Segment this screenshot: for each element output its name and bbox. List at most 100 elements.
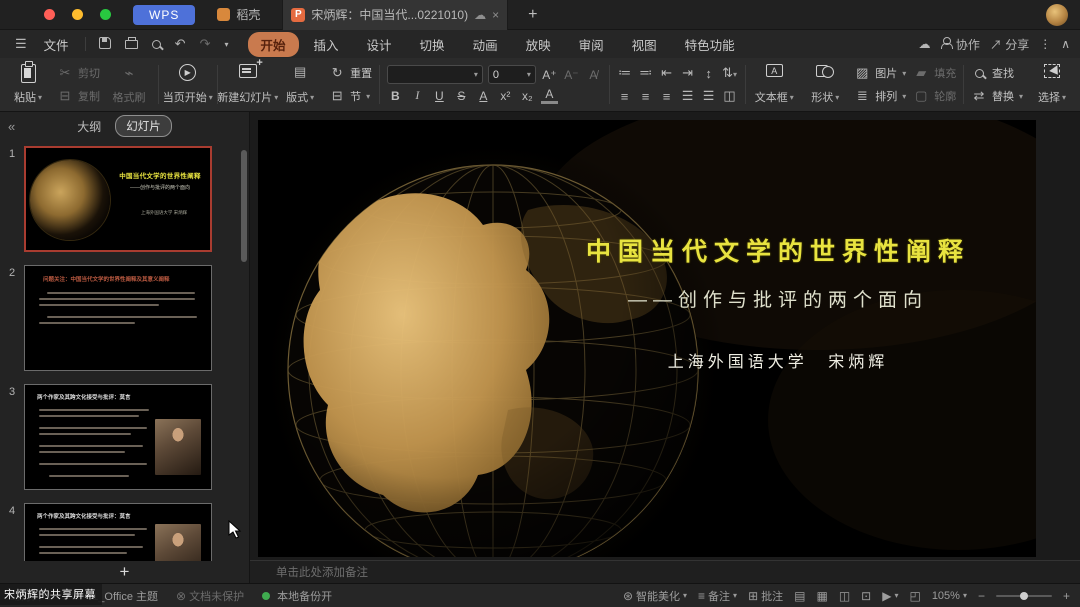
zoom-window-button[interactable] [100,9,111,20]
superscript-icon[interactable]: x² [497,89,514,103]
undo-icon[interactable]: ↶ [170,36,191,52]
collaborate-button[interactable]: 协作 [940,36,979,53]
comments-button[interactable]: ⊞批注 [748,588,783,604]
tab-special-features[interactable]: 特色功能 [672,32,748,57]
slide-sorter-icon[interactable]: ▦ [816,589,827,603]
decrease-indent-icon[interactable]: ⇤ [659,65,675,81]
slide-thumbnail-2[interactable]: 问题关注：中国当代文学的世界性阐释及其意义阐释 [24,265,212,371]
zoom-slider[interactable] [996,595,1052,597]
distribute-icon[interactable]: ☰ [701,88,717,104]
document-tab[interactable]: P 宋炳辉：中国当代...0221010) ☁ × [282,0,508,30]
save-icon[interactable] [94,37,116,52]
wps-home-button[interactable]: WPS [133,5,195,25]
document-protection[interactable]: ⊗文档未保护 [176,588,244,604]
cloud-sync-icon[interactable]: ☁ [474,8,486,22]
print-preview-icon[interactable] [147,37,166,52]
add-slide-button[interactable]: + [0,561,249,583]
tab-design[interactable]: 设计 [354,32,405,57]
layout-button[interactable]: ▤ 版式▾ [278,61,322,108]
slide-thumbnail-4[interactable]: 两个作家及其跨文化接受与批评：莫言 [24,503,212,561]
tab-transition[interactable]: 切换 [407,32,458,57]
close-tab-icon[interactable]: × [492,8,499,22]
share-button[interactable]: ↗ 分享 [990,36,1029,53]
line-spacing-icon[interactable]: ↕ [701,66,717,81]
subscript-icon[interactable]: x₂ [519,89,536,103]
text-direction-icon[interactable]: ⇅▾ [722,65,738,81]
shapes-button[interactable]: 形状▾ [803,61,847,108]
cut-button[interactable]: ✂剪切 [57,65,100,81]
reset-button[interactable]: ↻重置 [329,65,372,81]
tab-animation[interactable]: 动画 [460,32,511,57]
justify-icon[interactable]: ☰ [680,88,696,104]
cloud-upload-icon[interactable]: ☁ [918,37,930,51]
slide-author[interactable]: 上海外国语大学 宋炳辉 [588,348,968,372]
new-tab-button[interactable]: + [522,6,543,24]
notes-placeholder[interactable]: 单击此处添加备注 [250,560,1080,583]
italic-icon[interactable]: I [409,88,426,103]
reading-view-icon[interactable]: ◫ [839,589,850,603]
more-options-icon[interactable]: ⋮ [1039,37,1051,51]
current-slide[interactable]: 中国当代文学的世界性阐释 ——创作与批评的两个面向 上海外国语大学 宋炳辉 [258,120,1036,557]
sidebar-scrollbar-thumb[interactable] [241,150,247,262]
tab-slides[interactable]: 幻灯片 [115,115,172,137]
local-backup-status[interactable]: 本地备份开 [262,588,332,604]
main-menu-icon[interactable]: ☰ [10,36,32,52]
tab-outline[interactable]: 大纲 [77,118,101,135]
clear-format-icon[interactable]: A̸ [585,68,602,82]
close-window-button[interactable] [44,9,55,20]
decrease-font-icon[interactable]: A⁻ [563,68,580,82]
textbox-button[interactable]: A 文本框▾ [752,61,796,108]
theme-name[interactable]: 1_Office 主题 [92,588,158,604]
outline-button[interactable]: ▢轮廓 [913,88,956,104]
docer-tab[interactable]: 稻壳 [209,0,268,30]
columns-icon[interactable]: ◫ [722,88,738,104]
find-button[interactable]: 查找 [971,65,1023,81]
play-slideshow-button[interactable]: ▶▾ [882,589,898,603]
format-painter-button[interactable]: ⌁ 格式刷 [107,61,151,108]
slide-thumbnail-list[interactable]: 1 中国当代文学的世界性阐释 ——创作与批评的两个面向 上海外国语大学 宋炳辉 … [0,140,249,561]
tab-slideshow[interactable]: 放映 [513,32,564,57]
play-from-current-button[interactable]: ▶ 当页开始▾ [166,61,210,108]
font-size-combobox[interactable]: 0▾ [488,65,536,84]
slideshow-view-icon[interactable]: ⊡ [861,589,871,603]
replace-button[interactable]: ⇄替换▾ [971,88,1023,104]
slide-title[interactable]: 中国当代文学的世界性阐释 [558,232,998,268]
align-left-icon[interactable]: ≡ [617,89,633,104]
print-icon[interactable] [120,37,143,52]
bullet-list-icon[interactable]: ≔ [617,65,633,81]
fit-slide-icon[interactable]: ◰ [909,589,920,603]
zoom-out-icon[interactable]: − [978,589,985,603]
redo-icon[interactable]: ↷ [195,36,216,52]
font-color-icon[interactable]: A [541,87,558,104]
tab-view[interactable]: 视图 [619,32,670,57]
bold-icon[interactable]: B [387,89,404,103]
slide-thumbnail-1[interactable]: 中国当代文学的世界性阐释 ——创作与批评的两个面向 上海外国语大学 宋炳辉 [24,146,212,252]
notes-button[interactable]: ≡备注▾ [698,588,737,604]
new-slide-button[interactable]: 新建幻灯片▾ [224,61,271,108]
file-menu[interactable]: 文件 [36,35,77,54]
collapse-ribbon-icon[interactable]: ∧ [1061,37,1070,51]
numbered-list-icon[interactable]: ≕ [638,65,654,81]
user-avatar[interactable] [1046,4,1068,26]
normal-view-icon[interactable]: ▤ [794,589,805,603]
paste-button[interactable]: 粘贴▾ [6,61,50,108]
increase-font-icon[interactable]: A⁺ [541,68,558,82]
section-button[interactable]: ⊟节▾ [329,88,372,104]
tab-insert[interactable]: 插入 [301,32,352,57]
copy-button[interactable]: ⊟复制 [57,88,100,104]
zoom-in-icon[interactable]: + [1063,589,1070,603]
collapse-panel-icon[interactable]: « [8,119,15,134]
align-center-icon[interactable]: ≡ [638,89,654,104]
tab-review[interactable]: 审阅 [566,32,617,57]
tab-home[interactable]: 开始 [248,32,299,57]
font-family-combobox[interactable]: ▾ [387,65,483,84]
fill-button[interactable]: ▰填充 [913,65,956,81]
select-button[interactable]: 选择▾ [1030,61,1074,108]
quick-access-dropdown-icon[interactable]: ▾ [219,40,233,49]
minimize-window-button[interactable] [72,9,83,20]
strikethrough-icon[interactable]: S [453,89,470,103]
underline-icon[interactable]: U [431,89,448,103]
zoom-slider-knob[interactable] [1020,592,1028,600]
slide-thumbnail-3[interactable]: 两个作家及其跨文化接受与批评：莫言 [24,384,212,490]
align-right-icon[interactable]: ≡ [659,89,675,104]
